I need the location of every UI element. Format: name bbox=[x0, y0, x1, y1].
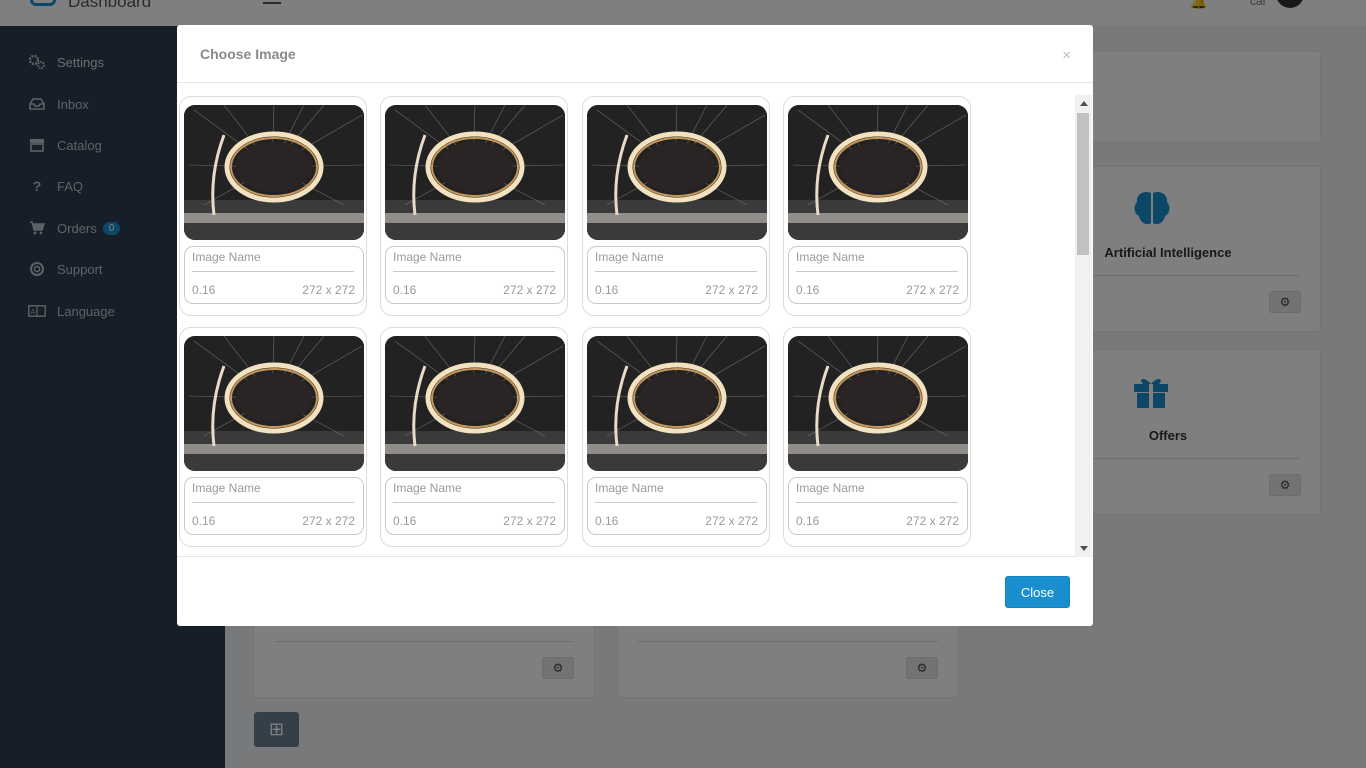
image-name: Image Name bbox=[796, 250, 865, 264]
scroll-thumb[interactable] bbox=[1077, 113, 1089, 255]
image-name: Image Name bbox=[595, 250, 664, 264]
divider bbox=[393, 271, 555, 272]
divider bbox=[192, 271, 354, 272]
image-tile[interactable]: Image Name 0.16 272 x 272 bbox=[179, 96, 367, 316]
image-tile[interactable]: Image Name 0.16 272 x 272 bbox=[582, 96, 770, 316]
image-name: Image Name bbox=[192, 250, 261, 264]
image-dimensions: 272 x 272 bbox=[705, 514, 758, 528]
image-dimensions: 272 x 272 bbox=[302, 283, 355, 297]
image-tile[interactable]: Image Name 0.16 272 x 272 bbox=[380, 327, 568, 547]
divider bbox=[595, 502, 757, 503]
divider bbox=[796, 502, 958, 503]
close-button[interactable]: Close bbox=[1005, 576, 1070, 608]
image-info: Image Name 0.16 272 x 272 bbox=[184, 477, 364, 535]
image-thumbnail[interactable] bbox=[788, 105, 968, 240]
image-name: Image Name bbox=[393, 250, 462, 264]
image-dimensions: 272 x 272 bbox=[503, 283, 556, 297]
modal-body: Image Name 0.16 272 x 272 Image Name 0.16 272… bbox=[177, 95, 1093, 557]
choose-image-modal: Choose Image × Image Name 0.16 272 x 272 Im… bbox=[177, 25, 1093, 626]
scroll-up-arrow[interactable] bbox=[1075, 95, 1092, 112]
divider bbox=[595, 271, 757, 272]
image-thumbnail[interactable] bbox=[184, 336, 364, 471]
image-size: 0.16 bbox=[796, 283, 820, 297]
image-grid: Image Name 0.16 272 x 272 Image Name 0.16 272… bbox=[179, 95, 1074, 557]
image-dimensions: 272 x 272 bbox=[302, 514, 355, 528]
image-size: 0.16 bbox=[393, 283, 417, 297]
image-tile[interactable]: Image Name 0.16 272 x 272 bbox=[179, 327, 367, 547]
image-size: 0.16 bbox=[393, 514, 417, 528]
modal-title: Choose Image bbox=[200, 46, 296, 62]
image-name: Image Name bbox=[595, 481, 664, 495]
image-size: 0.16 bbox=[796, 514, 820, 528]
image-name: Image Name bbox=[192, 481, 261, 495]
image-name: Image Name bbox=[393, 481, 462, 495]
close-icon[interactable]: × bbox=[1062, 47, 1071, 64]
image-tile[interactable]: Image Name 0.16 272 x 272 bbox=[783, 96, 971, 316]
image-dimensions: 272 x 272 bbox=[906, 283, 959, 297]
image-thumbnail[interactable] bbox=[587, 105, 767, 240]
image-thumbnail[interactable] bbox=[385, 336, 565, 471]
image-size: 0.16 bbox=[595, 514, 619, 528]
scrollbar[interactable] bbox=[1075, 95, 1092, 557]
divider bbox=[192, 502, 354, 503]
image-info: Image Name 0.16 272 x 272 bbox=[385, 477, 565, 535]
image-dimensions: 272 x 272 bbox=[906, 514, 959, 528]
image-info: Image Name 0.16 272 x 272 bbox=[788, 246, 968, 304]
image-thumbnail[interactable] bbox=[587, 336, 767, 471]
divider bbox=[796, 271, 958, 272]
image-tile[interactable]: Image Name 0.16 272 x 272 bbox=[582, 327, 770, 547]
image-thumbnail[interactable] bbox=[184, 105, 364, 240]
image-info: Image Name 0.16 272 x 272 bbox=[587, 477, 767, 535]
image-size: 0.16 bbox=[595, 283, 619, 297]
image-size: 0.16 bbox=[192, 283, 216, 297]
image-dimensions: 272 x 272 bbox=[705, 283, 758, 297]
modal-header: Choose Image × bbox=[177, 25, 1093, 83]
image-info: Image Name 0.16 272 x 272 bbox=[587, 246, 767, 304]
image-size: 0.16 bbox=[192, 514, 216, 528]
divider bbox=[393, 502, 555, 503]
image-name: Image Name bbox=[796, 481, 865, 495]
image-dimensions: 272 x 272 bbox=[503, 514, 556, 528]
scroll-down-arrow[interactable] bbox=[1075, 540, 1092, 557]
image-tile[interactable]: Image Name 0.16 272 x 272 bbox=[783, 327, 971, 547]
image-tile[interactable]: Image Name 0.16 272 x 272 bbox=[380, 96, 568, 316]
image-info: Image Name 0.16 272 x 272 bbox=[788, 477, 968, 535]
image-thumbnail[interactable] bbox=[788, 336, 968, 471]
image-info: Image Name 0.16 272 x 272 bbox=[184, 246, 364, 304]
image-thumbnail[interactable] bbox=[385, 105, 565, 240]
image-info: Image Name 0.16 272 x 272 bbox=[385, 246, 565, 304]
